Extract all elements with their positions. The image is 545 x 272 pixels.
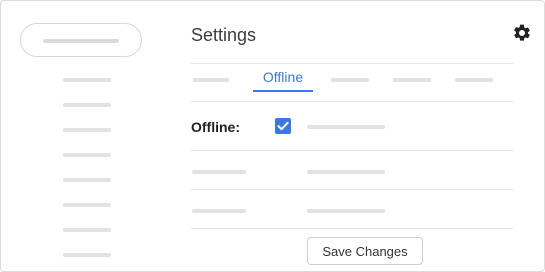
offline-description-placeholder: [307, 125, 385, 129]
header-divider: [191, 63, 513, 64]
setting-label-placeholder: [192, 170, 246, 174]
sidebar-item-placeholder[interactable]: [63, 178, 111, 182]
search-input[interactable]: [20, 23, 142, 57]
sidebar-item-placeholder[interactable]: [63, 253, 111, 257]
setting-value-placeholder: [307, 209, 385, 213]
settings-window: Settings Offline Offline: Save Changes: [0, 0, 545, 272]
tab-placeholder[interactable]: [455, 78, 493, 82]
tabs-divider: [191, 101, 513, 102]
sidebar-item-placeholder[interactable]: [63, 78, 111, 82]
search-placeholder-bar: [43, 39, 119, 43]
offline-checkbox[interactable]: [275, 118, 291, 134]
sidebar-item-placeholder[interactable]: [63, 153, 111, 157]
sidebar: [1, 1, 169, 271]
row-divider: [191, 189, 513, 190]
row-divider: [191, 228, 513, 229]
sidebar-item-placeholder[interactable]: [63, 228, 111, 232]
row-divider: [191, 150, 513, 151]
offline-label: Offline:: [191, 119, 240, 135]
save-changes-button[interactable]: Save Changes: [307, 237, 423, 265]
sidebar-item-placeholder[interactable]: [63, 103, 111, 107]
tab-offline[interactable]: Offline: [253, 69, 313, 92]
setting-value-placeholder: [307, 170, 385, 174]
tab-placeholder[interactable]: [193, 78, 229, 82]
tab-placeholder[interactable]: [393, 78, 431, 82]
sidebar-item-placeholder[interactable]: [63, 128, 111, 132]
checkmark-icon: [277, 121, 289, 131]
gear-icon[interactable]: [512, 23, 532, 43]
page-title: Settings: [191, 25, 257, 45]
tab-offline-label: Offline: [262, 69, 304, 85]
tab-placeholder[interactable]: [331, 78, 369, 82]
active-tab-underline: [253, 90, 313, 92]
sidebar-item-placeholder[interactable]: [63, 203, 111, 207]
setting-label-placeholder: [192, 209, 246, 213]
